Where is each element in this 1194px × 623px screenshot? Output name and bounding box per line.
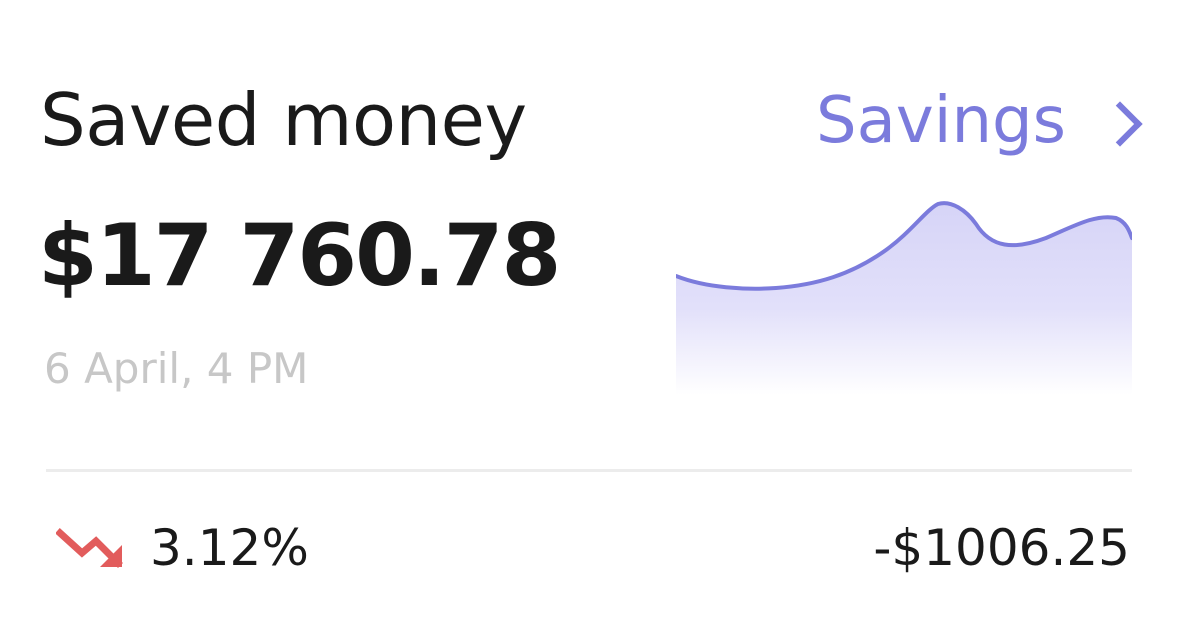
divider [46,469,1132,472]
chevron-right-icon [1097,101,1143,147]
card-title: Saved money [40,78,527,162]
trend-down-icon [56,528,123,568]
savings-sparkline [676,201,1132,395]
saved-amount: $17 760.78 [38,206,561,306]
change-percent: 3.12% [150,519,309,577]
savings-link-label: Savings [815,84,1066,158]
change-amount: -$1006.25 [873,519,1130,577]
timestamp: 6 April, 4 PM [44,344,309,393]
savings-link[interactable]: Savings [815,84,1143,158]
